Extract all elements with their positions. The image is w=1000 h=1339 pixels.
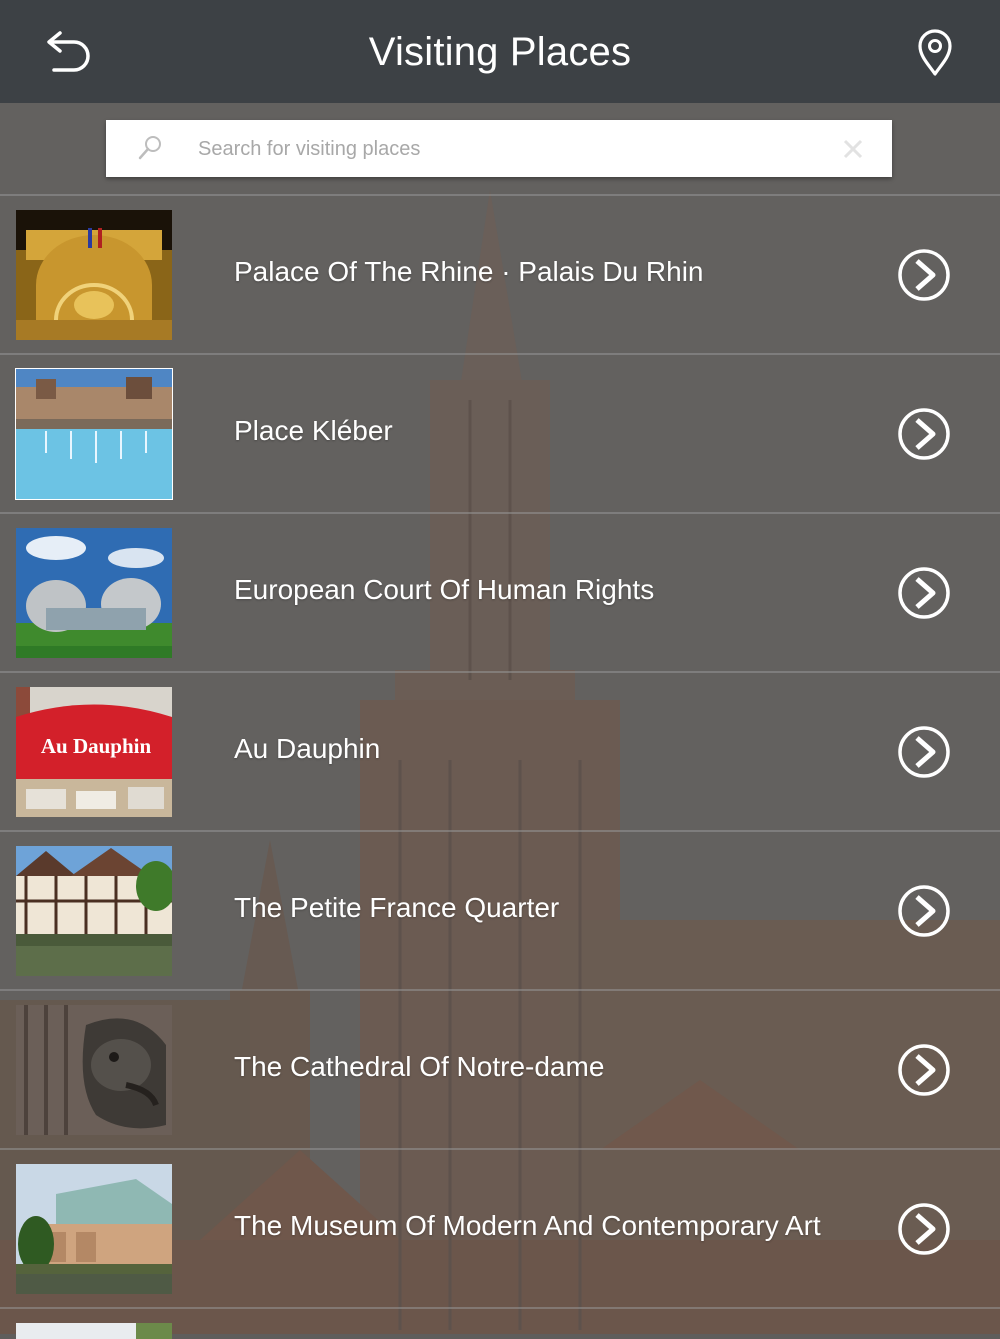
search-input[interactable]: [196, 128, 820, 170]
search-bar: [106, 120, 892, 177]
place-name: Place Kléber: [234, 415, 393, 446]
place-name: European Court Of Human Rights: [234, 574, 655, 605]
place-thumbnail: Au Dauphin: [16, 687, 172, 817]
list-item[interactable]: Palace Of The Rhine · Palais Du Rhin: [0, 194, 1000, 351]
map-pin-icon[interactable]: [912, 28, 958, 78]
place-thumbnail: [15, 368, 173, 500]
magnifier-icon: [136, 134, 164, 162]
list-item[interactable]: The Museum Of Modern And Contemporary Ar…: [0, 1148, 1000, 1305]
chevron-right-circle-icon[interactable]: [897, 566, 951, 620]
place-thumbnail: [16, 1005, 172, 1135]
place-name: The Cathedral Of Notre-dame: [234, 1051, 605, 1082]
place-name: Palace Of The Rhine · Palais Du Rhin: [234, 256, 704, 287]
place-name: The Museum Of Modern And Contemporary Ar…: [234, 1210, 821, 1241]
place-thumbnail: [16, 210, 172, 340]
list-item[interactable]: European Court Of Human Rights: [0, 512, 1000, 669]
list-item[interactable]: Place Kléber: [0, 353, 1000, 510]
chevron-right-circle-icon[interactable]: [897, 884, 951, 938]
chevron-right-circle-icon[interactable]: [897, 248, 951, 302]
chevron-right-circle-icon[interactable]: [897, 407, 951, 461]
chevron-right-circle-icon[interactable]: [897, 725, 951, 779]
list-item[interactable]: Au Dauphin Au Dauphin: [0, 671, 1000, 828]
place-thumbnail: [16, 846, 172, 976]
place-thumbnail: [16, 1323, 172, 1339]
page-title: Visiting Places: [368, 30, 632, 74]
chevron-right-circle-icon[interactable]: [897, 1202, 951, 1256]
chevron-right-circle-icon[interactable]: [897, 1043, 951, 1097]
place-name: Au Dauphin: [234, 733, 381, 764]
place-thumbnail: [16, 1164, 172, 1294]
clear-x-icon[interactable]: [842, 138, 864, 160]
place-thumbnail: [16, 528, 172, 658]
top-navigation-bar: Visiting Places: [0, 0, 1000, 103]
list-item[interactable]: The Cathedral Of Notre-dame: [0, 989, 1000, 1146]
list-item[interactable]: [0, 1307, 1000, 1339]
list-item[interactable]: The Petite France Quarter: [0, 830, 1000, 987]
place-name: The Petite France Quarter: [234, 892, 560, 923]
au-dauphin-sign-text: Au Dauphin: [41, 734, 152, 758]
